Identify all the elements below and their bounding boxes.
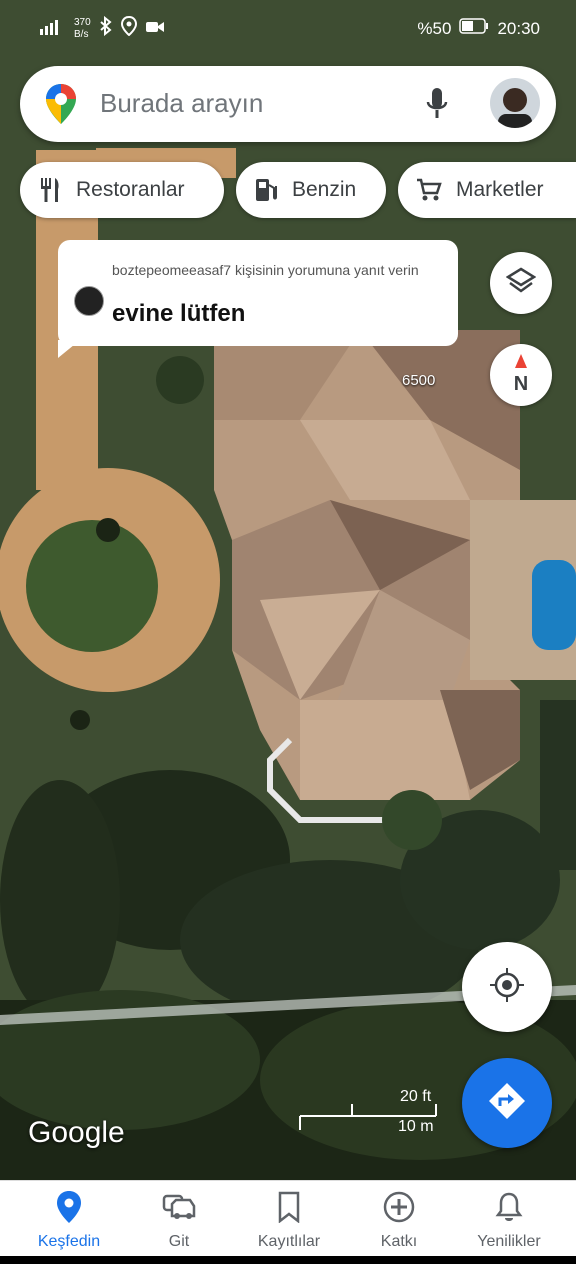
- tab-label: Katkı: [380, 1233, 418, 1250]
- compass-letter: N: [513, 373, 529, 395]
- bottom-nav: Keşfedin Git Kayıtlılar Katkı Yenilikler: [0, 1180, 576, 1265]
- system-nav-bar: [0, 1256, 576, 1264]
- bell-icon: [495, 1191, 523, 1228]
- directions-icon: [487, 1081, 527, 1126]
- reply-text: evine lütfen: [112, 300, 246, 327]
- bookmark-icon: [277, 1191, 301, 1228]
- directions-button[interactable]: [462, 1058, 552, 1148]
- bluetooth-icon: [99, 15, 113, 41]
- microphone-icon[interactable]: [424, 86, 450, 127]
- google-logo: Google: [28, 1116, 125, 1149]
- reply-meta: boztepeomeeasaf7 kişisinin yorumuna yanı…: [112, 262, 419, 278]
- cart-icon: [416, 177, 442, 203]
- scale-meters: 10 m: [398, 1118, 434, 1135]
- signal-icon: [38, 17, 66, 40]
- tab-saved[interactable]: Kayıtlılar: [234, 1191, 344, 1251]
- car-icon: [162, 1192, 196, 1227]
- video-icon: [145, 19, 165, 39]
- gas-pump-icon: [254, 177, 278, 203]
- chip-label: Benzin: [292, 178, 357, 201]
- chip-label: Marketler: [456, 178, 544, 201]
- location-icon: [120, 15, 137, 41]
- compass-needle-icon: [514, 354, 528, 373]
- crosshair-icon: [489, 967, 525, 1008]
- status-bar: 370 B/s %50 20:30: [0, 0, 576, 58]
- search-bar[interactable]: Burada arayın: [20, 66, 556, 142]
- search-placeholder[interactable]: Burada arayın: [100, 88, 263, 119]
- chip-restaurants[interactable]: Restoranlar: [20, 162, 224, 218]
- battery-icon: [459, 18, 489, 39]
- plus-circle-icon: [382, 1190, 416, 1229]
- map-scale: 20 ft 10 m: [298, 1086, 440, 1146]
- tab-updates[interactable]: Yenilikler: [454, 1191, 564, 1251]
- my-location-button[interactable]: [462, 942, 552, 1032]
- chip-gas[interactable]: Benzin: [236, 162, 386, 218]
- bubble-tail: [58, 340, 80, 358]
- clock: 20:30: [497, 18, 540, 38]
- tab-label: Keşfedin: [37, 1233, 101, 1250]
- tab-explore[interactable]: Keşfedin: [14, 1190, 124, 1251]
- house-number-label: 6500: [402, 372, 436, 389]
- network-speed: 370 B/s: [74, 16, 91, 40]
- tab-go[interactable]: Git: [124, 1191, 234, 1251]
- tab-label: Kayıtlılar: [257, 1233, 321, 1250]
- battery-percent: %50: [417, 18, 452, 38]
- tab-contribute[interactable]: Katkı: [344, 1191, 454, 1251]
- tab-label: Git: [168, 1233, 190, 1250]
- commenter-avatar: [74, 286, 104, 316]
- chip-label: Restoranlar: [76, 178, 185, 201]
- chip-markets[interactable]: Marketler: [398, 162, 576, 218]
- google-maps-pin-icon: [44, 82, 78, 131]
- comment-reply-overlay: boztepeomeeasaf7 kişisinin yorumuna yanı…: [58, 240, 458, 358]
- layers-icon: [505, 266, 537, 301]
- layers-button[interactable]: [490, 252, 552, 314]
- fork-knife-icon: [38, 177, 62, 203]
- compass-button[interactable]: N: [490, 344, 552, 406]
- scale-bar: [299, 1104, 437, 1130]
- tab-label: Yenilikler: [477, 1233, 541, 1250]
- avatar[interactable]: [490, 78, 540, 128]
- pin-icon: [56, 1190, 82, 1229]
